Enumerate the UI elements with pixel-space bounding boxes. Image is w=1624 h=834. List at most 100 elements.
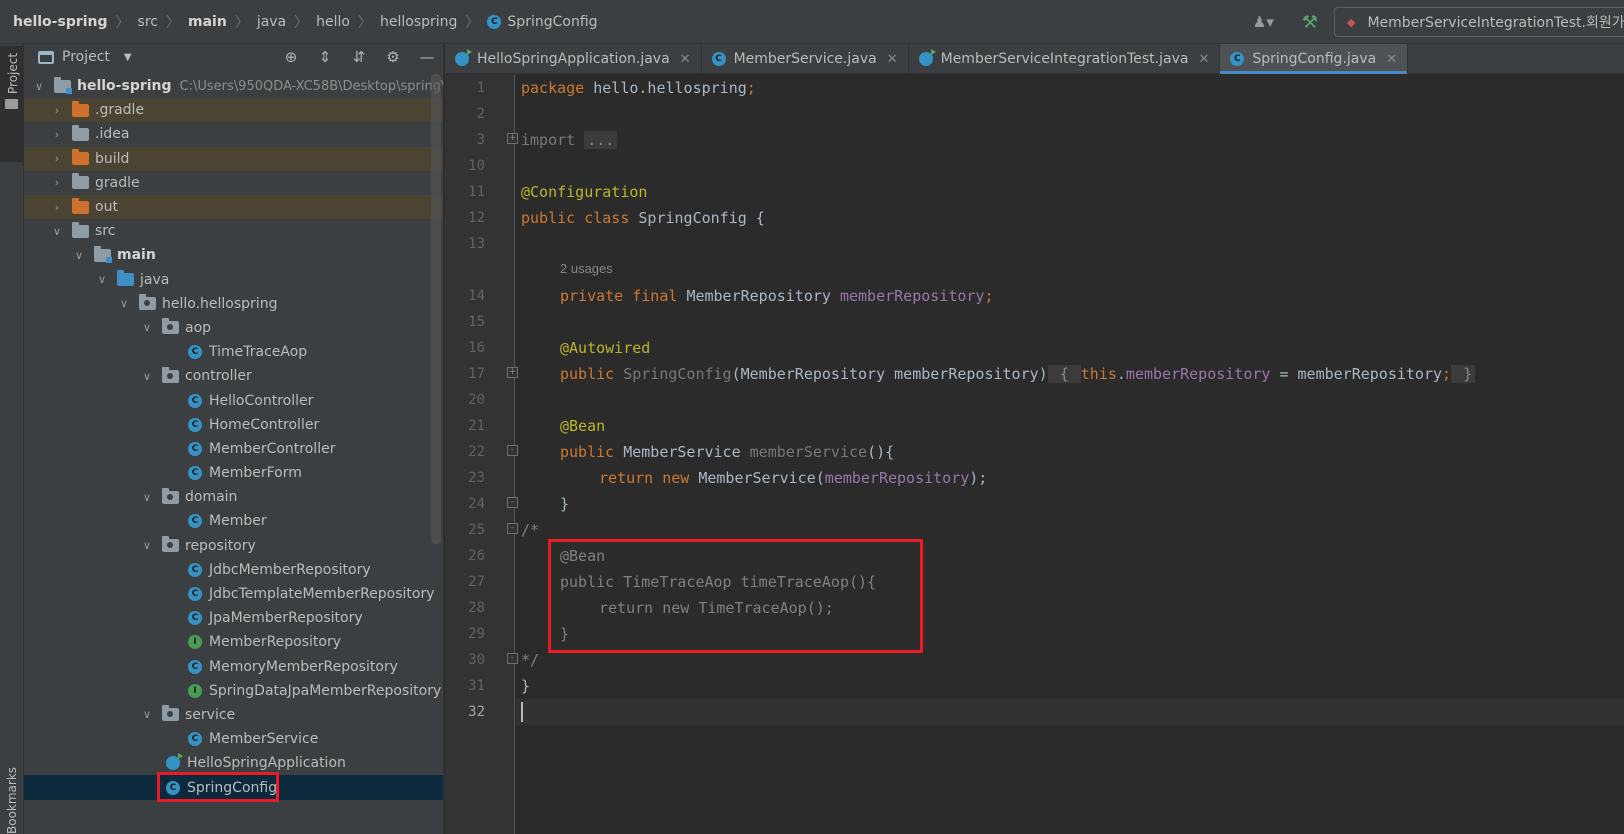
expand-all-icon[interactable]: ⇕ (317, 48, 333, 66)
usages-hint[interactable]: 2 usages (560, 257, 613, 281)
tree-item-label: build (95, 150, 130, 167)
tree-item-member[interactable]: C Member (24, 509, 443, 533)
tree-item-homecontroller[interactable]: C HomeController (24, 413, 443, 437)
code-editor[interactable]: 1 2 3 10 11 12 13 14 15 16 17 20 21 22 2… (445, 75, 1624, 834)
close-icon[interactable]: ✕ (887, 52, 898, 67)
chevron-down-icon[interactable]: ∨ (142, 539, 152, 552)
stripe-bookmarks-button[interactable]: Bookmarks (5, 767, 19, 834)
tree-item-domain[interactable]: ∨ domain (24, 485, 443, 509)
tree-item-controller[interactable]: ∨ controller (24, 364, 443, 388)
tree-item-hellospringapplication[interactable]: HelloSpringApplication (24, 751, 443, 775)
tab-memberserviceintegrationtest[interactable]: MemberServiceIntegrationTest.java ✕ (909, 44, 1221, 74)
tree-item-idea[interactable]: › .idea (24, 122, 443, 146)
code-line-28: return new TimeTraceAop(); (599, 599, 834, 617)
tree-item-hello-hellospring[interactable]: ∨ hello.hellospring (24, 292, 443, 316)
fold-expand-icon[interactable]: + (507, 133, 518, 144)
project-view-selector[interactable]: Project (62, 49, 110, 65)
collapse-all-icon[interactable]: ⇵ (351, 48, 367, 66)
chevron-down-icon[interactable]: ∨ (142, 708, 152, 721)
chevron-right-icon[interactable]: › (52, 152, 62, 165)
tree-item-jdbcmemberrepository[interactable]: C JdbcMemberRepository (24, 558, 443, 582)
tree-item-path: C:\Users\950QDA-XC58B\Desktop\spring\hel… (179, 78, 443, 94)
close-icon[interactable]: ✕ (1386, 52, 1397, 67)
chevron-right-icon: 〉 (465, 14, 480, 31)
module-folder-icon (94, 245, 112, 263)
code-line-16: @Autowired (560, 339, 651, 357)
tree-scrollbar[interactable] (431, 74, 441, 544)
chevron-down-icon[interactable]: ∨ (142, 321, 152, 334)
chevron-down-icon[interactable]: ∨ (52, 225, 62, 238)
chevron-down-icon[interactable]: ▼ (124, 52, 132, 63)
folder-icon (72, 124, 89, 141)
gear-icon[interactable]: ⚙ (385, 48, 401, 66)
tree-item-memberrepository[interactable]: I MemberRepository (24, 630, 443, 654)
tab-hellospringapplication[interactable]: HelloSpringApplication.java ✕ (445, 44, 702, 74)
tree-item-repository[interactable]: ∨ repository (24, 534, 443, 558)
fold-collapse-icon[interactable]: - (507, 523, 518, 534)
tree-item-hello-spring[interactable]: ∨ hello-spring C:\Users\950QDA-XC58B\Des… (24, 74, 443, 98)
tree-item-jpamemberrepository[interactable]: C JpaMemberRepository (24, 606, 443, 630)
package-icon (162, 318, 179, 335)
tree-item-timetraceaop[interactable]: C TimeTraceAop (24, 340, 443, 364)
tree-item-java[interactable]: ∨ java (24, 268, 443, 292)
tree-item-gradle-hidden[interactable]: › .gradle (24, 98, 443, 123)
tab-springconfig[interactable]: C SpringConfig.java ✕ (1220, 44, 1409, 74)
tree-item-jdbctemplatememberrepository[interactable]: C JdbcTemplateMemberRepository (24, 582, 443, 606)
tree-item-memorymemberrepository[interactable]: C MemoryMemberRepository (24, 655, 443, 679)
hide-icon[interactable]: — (419, 48, 435, 66)
locate-icon[interactable]: ⊕ (283, 48, 299, 66)
fold-end-icon[interactable]: - (507, 497, 518, 508)
package-icon (162, 366, 179, 383)
project-panel-header: Project ▼ ⊕ ⇕ ⇵ ⚙ — (24, 44, 443, 70)
main-class-icon (455, 49, 472, 66)
fold-expand-icon[interactable]: + (507, 367, 518, 378)
folded-imports[interactable]: ... (584, 131, 618, 149)
chevron-right-icon[interactable]: › (52, 128, 62, 141)
chevron-down-icon[interactable]: ∨ (74, 249, 84, 262)
tree-item-membercontroller[interactable]: C MemberController (24, 437, 443, 461)
tree-item-build[interactable]: › build (24, 146, 443, 171)
breadcrumb-item-springconfig[interactable]: C SpringConfig (487, 14, 598, 30)
line-number: 21 (468, 418, 485, 434)
chevron-down-icon[interactable]: ∨ (142, 370, 152, 383)
source-folder-icon (117, 270, 134, 287)
tree-item-out[interactable]: › out (24, 194, 443, 220)
tree-item-springdatajpamemberrepository[interactable]: I SpringDataJpaMemberRepository (24, 679, 443, 703)
breadcrumb-item-java[interactable]: java (257, 14, 286, 30)
user-icon[interactable]: ♟▾ (1253, 13, 1274, 31)
chevron-right-icon[interactable]: › (52, 104, 62, 117)
fold-end-icon[interactable]: - (507, 653, 518, 664)
chevron-down-icon[interactable]: ∨ (119, 297, 129, 310)
chevron-right-icon[interactable]: › (52, 201, 62, 214)
tree-item-service[interactable]: ∨ service (24, 703, 443, 727)
breadcrumb-item-hello[interactable]: hello (316, 14, 350, 30)
tree-item-label: Member (209, 513, 267, 530)
chevron-down-icon[interactable]: ∨ (97, 273, 107, 286)
tree-item-hellocontroller[interactable]: C HelloController (24, 388, 443, 412)
tree-item-src[interactable]: ∨ src (24, 219, 443, 243)
breadcrumb-item-hellospring[interactable]: hellospring (380, 14, 457, 30)
chevron-right-icon[interactable]: › (52, 176, 62, 189)
build-hammer-icon[interactable]: ⚒ (1302, 12, 1318, 33)
tree-item-memberservice[interactable]: C MemberService (24, 727, 443, 751)
close-icon[interactable]: ✕ (680, 52, 691, 67)
line-number: 25 (468, 522, 485, 538)
tree-item-memberform[interactable]: C MemberForm (24, 461, 443, 485)
chevron-down-icon[interactable]: ∨ (34, 80, 44, 93)
chevron-right-icon: 〉 (115, 14, 130, 31)
line-number: 32 (468, 704, 485, 720)
breadcrumb-item-src[interactable]: src (138, 14, 158, 30)
chevron-down-icon[interactable]: ∨ (142, 491, 152, 504)
code-line-30: */ (521, 651, 540, 669)
breadcrumb-item-project[interactable]: hello-spring (13, 14, 108, 30)
tree-item-main[interactable]: ∨ main (24, 243, 443, 267)
run-configuration-selector[interactable]: ◆ MemberServiceIntegrationTest.회원가입 (1334, 7, 1624, 37)
tab-memberservice[interactable]: C MemberService.java ✕ (702, 44, 909, 74)
tree-item-springconfig[interactable]: C SpringConfig (24, 775, 443, 800)
breadcrumb-item-main[interactable]: main (188, 14, 227, 30)
tree-item-aop[interactable]: ∨ aop (24, 316, 443, 340)
stripe-project-button[interactable]: Project (0, 46, 23, 162)
tree-item-gradle[interactable]: › gradle (24, 171, 443, 195)
fold-collapse-icon[interactable]: - (507, 445, 518, 456)
close-icon[interactable]: ✕ (1198, 52, 1209, 67)
